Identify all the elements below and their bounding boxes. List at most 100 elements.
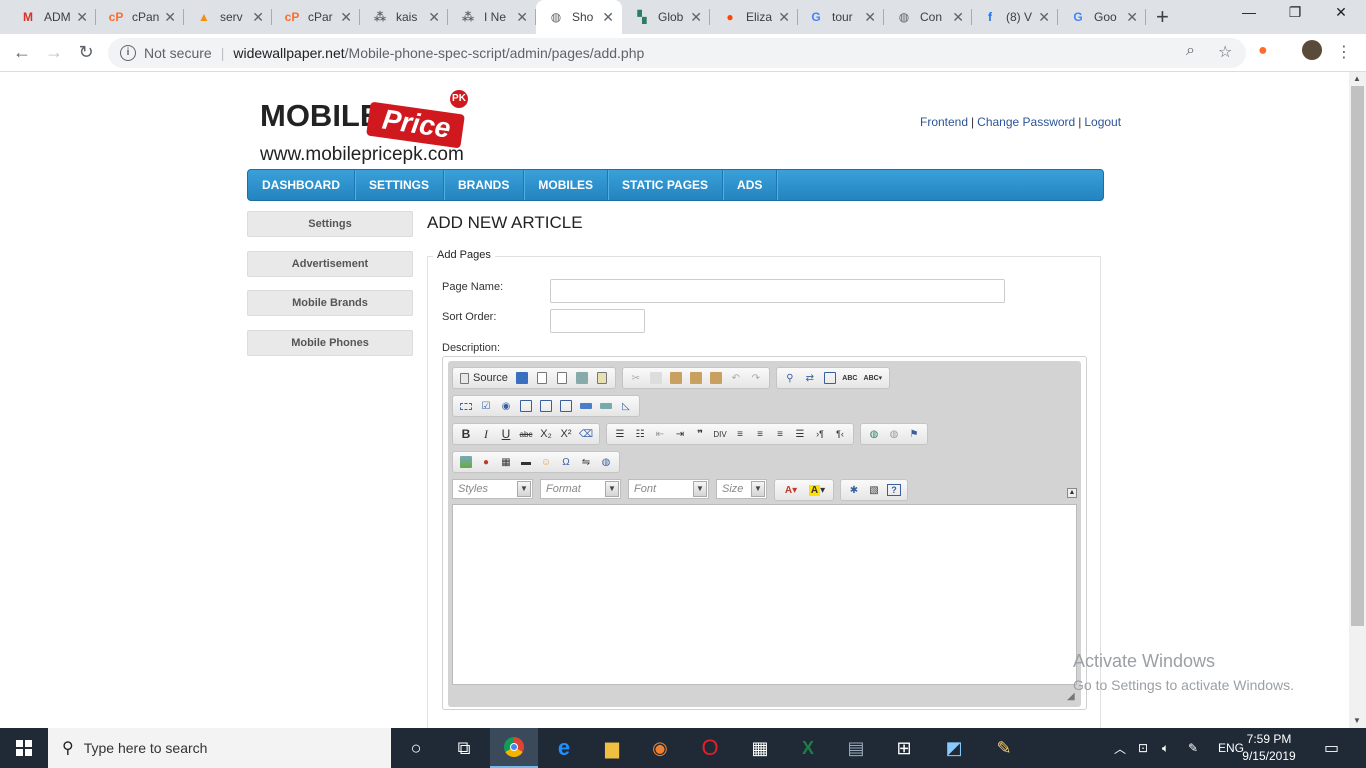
show-hidden-icons[interactable]: ︿ [1114,728,1126,768]
flash-icon[interactable]: ● [476,453,496,471]
frontend-link[interactable]: Frontend [920,115,968,129]
collapse-toolbar-icon[interactable]: ▲ [1067,488,1077,498]
file-explorer-icon[interactable]: ▆ [588,728,636,768]
smiley-icon[interactable]: ☺ [536,453,556,471]
nav-item-dashboard[interactable]: DASHBOARD [248,170,355,200]
close-icon[interactable]: ✕ [778,9,790,26]
div-container-icon[interactable]: DIV [710,425,730,443]
paste-word-icon[interactable] [706,369,726,387]
excel-icon[interactable]: X [784,728,832,768]
preview-icon[interactable] [552,369,572,387]
nav-item-settings[interactable]: SETTINGS [355,170,445,200]
close-icon[interactable]: ✕ [952,9,964,26]
anchor-flag-icon[interactable]: ⚑ [904,425,924,443]
unlink-icon[interactable]: ◍ [884,425,904,443]
styles-combo[interactable]: Styles ▼ [452,479,533,499]
horizontal-rule-icon[interactable]: ▬ [516,453,536,471]
background-color-icon[interactable]: A ▾ [804,481,830,499]
close-icon[interactable]: ✕ [164,9,176,26]
text-field-icon[interactable] [516,397,536,415]
save-icon[interactable] [512,369,532,387]
subscript-icon[interactable]: X₂ [536,425,556,443]
notes-app-icon[interactable]: ◩ [930,728,978,768]
print-icon[interactable] [572,369,592,387]
image-icon[interactable] [456,453,476,471]
address-bar[interactable]: i Not secure | widewallpaper.net /Mobile… [108,38,1246,68]
extension-icon[interactable]: ● [1258,42,1268,60]
page-break-icon[interactable]: ⇋ [576,453,596,471]
button-field-icon[interactable] [576,397,596,415]
templates-icon[interactable] [592,369,612,387]
close-icon[interactable]: ✕ [340,9,352,26]
forward-icon[interactable]: → [42,42,66,63]
browser-tab[interactable]: ● Eliza ✕ [710,0,798,34]
notifications-icon[interactable]: ▭ [1324,728,1339,768]
checkbox-icon[interactable]: ☑ [476,397,496,415]
indent-icon[interactable]: ⇥ [670,425,690,443]
palette-app-icon[interactable]: ✎ [980,728,1028,768]
link-icon[interactable]: ◍ [864,425,884,443]
maximize-editor-icon[interactable]: ✱ [844,481,864,499]
paste-icon[interactable] [666,369,686,387]
numbered-list-icon[interactable]: ☰ [610,425,630,443]
justify-icon[interactable]: ☰ [790,425,810,443]
editor-content-area[interactable] [452,504,1077,685]
browser-tab[interactable]: Gtour ✕ [796,0,884,34]
paste-text-icon[interactable] [686,369,706,387]
network-app-icon[interactable]: ▤ [832,728,880,768]
close-icon[interactable]: ✕ [690,9,702,26]
close-icon[interactable]: ✕ [1038,9,1050,26]
store-icon[interactable]: ⊞ [880,728,928,768]
table-icon[interactable]: ▦ [496,453,516,471]
sidebar-item-advertisement[interactable]: Advertisement [247,251,413,277]
replace-icon[interactable]: ⇄ [800,369,820,387]
size-combo[interactable]: Size ▼ [716,479,767,499]
browser-tab[interactable]: M ADM ✕ [8,0,96,34]
textarea-icon[interactable] [536,397,556,415]
browser-tab[interactable]: ⁂ I Ne ✕ [448,0,536,34]
text-color-icon[interactable]: A▾ [778,481,804,499]
change-password-link[interactable]: Change Password [977,115,1075,129]
font-combo[interactable]: Font ▼ [628,479,709,499]
scroll-down-icon[interactable]: ▼ [1353,716,1361,725]
opera-icon[interactable]: O [686,728,734,768]
nav-item-static-pages[interactable]: STATIC PAGES [608,170,724,200]
close-window-icon[interactable]: ✕ [1318,4,1364,21]
source-button[interactable]: Source [456,369,512,387]
pen-icon[interactable]: ✎ [1188,728,1198,768]
undo-icon[interactable]: ↶ [726,369,746,387]
close-icon[interactable]: ✕ [516,9,528,26]
iframe-icon[interactable]: ◍ [596,453,616,471]
taskbar-search[interactable]: ⚲ Type here to search [48,728,391,768]
spellcheck-icon[interactable]: ABC [840,369,860,387]
bold-icon[interactable]: B [456,425,476,443]
maximize-icon[interactable]: ❐ [1272,4,1318,21]
start-button[interactable] [0,728,48,768]
superscript-icon[interactable]: X² [556,425,576,443]
sidebar-item-settings[interactable]: Settings [247,211,413,237]
back-icon[interactable]: ← [10,42,34,63]
browser-tab[interactable]: f (8) V ✕ [970,0,1058,34]
new-tab-button[interactable]: + [1156,6,1169,28]
redo-icon[interactable]: ↷ [746,369,766,387]
blockquote-icon[interactable]: ❞ [690,425,710,443]
network-icon[interactable]: ⊡ [1138,728,1148,768]
scroll-thumb[interactable] [1351,86,1364,626]
special-char-icon[interactable]: Ω [556,453,576,471]
browser-tab[interactable]: ⁂ kais ✕ [360,0,448,34]
hidden-field-icon[interactable]: ◺ [616,397,636,415]
nav-item-mobiles[interactable]: MOBILES [524,170,609,200]
bulleted-list-icon[interactable]: ☷ [630,425,650,443]
browser-tab[interactable]: ◍ Con ✕ [884,0,972,34]
find-icon[interactable]: ⚲ [780,369,800,387]
browser-tab[interactable]: cP cPan ✕ [96,0,184,34]
select-all-icon[interactable] [820,369,840,387]
help-icon[interactable]: ? [884,481,904,499]
browser-tab[interactable]: cP cPar ✕ [272,0,360,34]
align-right-icon[interactable]: ≡ [770,425,790,443]
spellcheck-as-you-type-icon[interactable]: ABC▾ [860,369,886,387]
form-icon[interactable] [456,397,476,415]
close-icon[interactable]: ✕ [76,9,88,26]
page-scrollbar[interactable]: ▲ ▼ [1349,72,1366,728]
browser-tab[interactable]: G Goo ✕ [1058,0,1146,34]
